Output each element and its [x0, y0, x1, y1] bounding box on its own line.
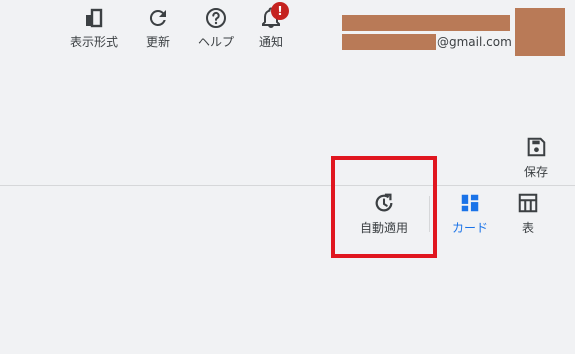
refresh-button[interactable]: 更新: [128, 6, 188, 54]
account-email-redacted: [342, 34, 436, 50]
save-button[interactable]: 保存: [512, 136, 560, 182]
help-label: ヘルプ: [197, 35, 234, 49]
help-button[interactable]: ヘルプ: [186, 6, 246, 54]
card-view-label: カード: [451, 221, 488, 235]
app-page: 表示形式 更新 ヘルプ ! 通知 @gmail.com 保存 自動適用 カード …: [0, 0, 575, 354]
notification-badge: !: [271, 2, 289, 20]
display-format-button[interactable]: 表示形式: [64, 6, 124, 54]
toolbar-divider: [0, 185, 575, 186]
card-view-icon: [461, 194, 479, 212]
refresh-icon: [149, 9, 166, 26]
table-view-button[interactable]: 表: [506, 192, 550, 240]
avatar[interactable]: [515, 8, 565, 56]
table-view-icon: [518, 193, 538, 213]
account-name-redacted: [342, 15, 510, 31]
notification-icon-wrap: !: [259, 2, 289, 30]
highlight-box: [331, 156, 437, 258]
refresh-label: 更新: [145, 35, 170, 49]
notifications-button[interactable]: ! 通知: [241, 2, 301, 54]
display-format-icon: [86, 8, 103, 28]
table-view-label: 表: [521, 221, 534, 235]
save-icon: [527, 137, 546, 157]
account-email-suffix: @gmail.com: [437, 35, 512, 49]
card-view-button[interactable]: カード: [446, 192, 494, 240]
notifications-label: 通知: [258, 35, 283, 49]
save-label: 保存: [523, 165, 548, 179]
help-circle-icon: [206, 8, 226, 28]
display-format-label: 表示形式: [69, 35, 118, 49]
